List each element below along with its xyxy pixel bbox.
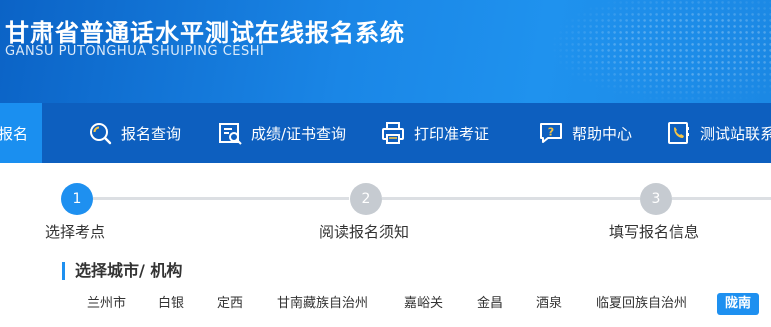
nav-item-test-station-contact[interactable]: 测试站联系	[666, 103, 771, 163]
city-option[interactable]: 临夏回族自治州	[596, 295, 687, 313]
nav-item-print-admission[interactable]: 打印准考证	[380, 103, 489, 163]
city-option[interactable]: 甘南藏族自治州	[277, 295, 368, 313]
step-3-circle: 3	[640, 183, 672, 215]
nav-item-label: 测试站联系	[700, 124, 771, 143]
step-1-label: 选择考点	[45, 223, 106, 241]
svg-text:?: ?	[548, 126, 554, 139]
step-connector	[93, 197, 349, 200]
nav-item-register[interactable]: 报名	[0, 103, 43, 163]
nav-item-registration-query[interactable]: 报名查询	[87, 103, 181, 163]
city-option[interactable]: 兰州市	[87, 295, 126, 313]
city-option[interactable]: 酒泉	[536, 295, 562, 313]
nav-item-help-center[interactable]: ? 帮助中心	[538, 103, 632, 163]
nav-item-label: 报名查询	[121, 124, 182, 143]
search-icon	[90, 123, 112, 145]
step-1-circle: 1	[61, 183, 93, 215]
main-nav: 报名 报名查询 成绩/证书查询 打印准考证 ? 帮助中心 测试站联系	[0, 103, 771, 163]
printer-icon	[382, 122, 404, 144]
registration-steps: 1 2 3 选择考点 阅读报名须知 填写报名信息	[0, 163, 771, 243]
city-option[interactable]: 定西	[217, 295, 243, 313]
step-2-label: 阅读报名须知	[319, 223, 410, 241]
nav-item-label: 帮助中心	[572, 124, 633, 143]
step-connector	[672, 197, 771, 200]
nav-item-label: 打印准考证	[414, 124, 490, 143]
step-connector	[382, 197, 640, 200]
nav-item-label: 成绩/证书查询	[251, 124, 347, 143]
city-option-selected[interactable]: 陇南	[717, 293, 760, 315]
nav-item-label: 报名	[0, 124, 29, 143]
step-2-circle: 2	[350, 183, 382, 215]
section-title: 选择城市/ 机构	[62, 262, 182, 280]
help-chat-icon: ?	[540, 123, 562, 143]
nav-item-score-certificate[interactable]: 成绩/证书查询	[217, 103, 346, 163]
certificate-search-icon	[219, 123, 242, 145]
city-option[interactable]: 金昌	[477, 295, 503, 313]
map-background	[551, 0, 771, 103]
city-option[interactable]: 嘉峪关	[404, 295, 443, 313]
step-3-label: 填写报名信息	[609, 223, 700, 241]
phone-contact-icon	[668, 122, 689, 144]
header-banner: 甘肃省普通话水平测试在线报名系统 GANSU PUTONGHUA SHUIPIN…	[0, 0, 771, 103]
site-subtitle: GANSU PUTONGHUA SHUIPING CESHI	[5, 44, 265, 59]
site-title: 甘肃省普通话水平测试在线报名系统	[5, 19, 405, 47]
city-option[interactable]: 白银	[158, 295, 184, 313]
